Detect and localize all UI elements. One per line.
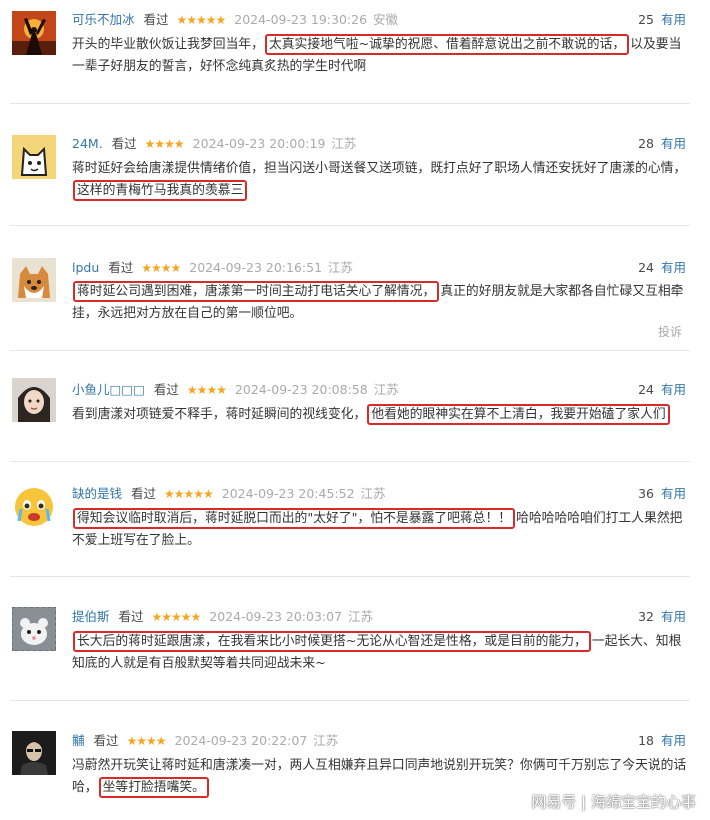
vote-widget: 28 有用 bbox=[638, 134, 686, 154]
highlighted-text: 蒋时延公司遇到困难，唐漾第一时间主动打电话关心了解情况， bbox=[73, 281, 440, 302]
vote-widget: 24 有用 bbox=[638, 258, 686, 278]
comment-location: 江苏 bbox=[360, 486, 386, 501]
comment-time: 2024-09-23 20:16:51 bbox=[189, 260, 323, 275]
rating-stars: ★★★★ bbox=[186, 383, 227, 397]
watermark-author: 海绵宝宝的心事 bbox=[590, 793, 696, 811]
highlighted-text: 得知会议临时取消后，蒋时延脱口而出的"太好了"，怕不是暴露了吧蒋总！！ bbox=[73, 508, 516, 529]
watch-status: 看过 bbox=[118, 609, 144, 624]
rating-stars: ★★★★★ bbox=[164, 487, 214, 501]
avatar[interactable] bbox=[12, 485, 56, 529]
comment-location: 江苏 bbox=[331, 136, 357, 151]
username-link[interactable]: lpdu bbox=[72, 260, 99, 275]
username-link[interactable]: 黼 bbox=[72, 733, 85, 748]
divider bbox=[10, 225, 690, 226]
comment-location: 江苏 bbox=[313, 733, 339, 748]
useful-button[interactable]: 有用 bbox=[661, 486, 686, 501]
watermark-brand: 网易号 bbox=[531, 793, 577, 811]
watch-status: 看过 bbox=[131, 486, 157, 501]
highlighted-text: 这样的青梅竹马我真的羡慕三 bbox=[73, 180, 248, 201]
comment-location: 江苏 bbox=[373, 382, 399, 397]
username-link[interactable]: 24M. bbox=[72, 136, 103, 151]
comment-time: 2024-09-23 20:03:07 bbox=[209, 609, 343, 624]
comment-text: 开头的毕业散伙饭让我梦回当年， 太真实接地气啦~诚挚的祝愿、借着醉意说出之前不敢说… bbox=[72, 34, 690, 78]
vote-widget: 32 有用 bbox=[638, 607, 686, 627]
comment-header: 提伯斯 看过 ★★★★★ 2024-09-23 20:03:07 江苏 bbox=[72, 607, 373, 627]
divider bbox=[10, 700, 690, 701]
useful-button[interactable]: 有用 bbox=[661, 382, 686, 397]
vote-widget: 24 有用 bbox=[638, 380, 686, 400]
rating-stars: ★★★★ bbox=[144, 137, 185, 151]
avatar[interactable] bbox=[12, 11, 56, 55]
report-link[interactable]: 投诉 bbox=[658, 323, 682, 340]
watch-status: 看过 bbox=[108, 260, 134, 275]
comment-text: 长大后的蒋时延跟唐漾，在我看来比小时候更搭~无论从心智还是性格，或是目前的能力，… bbox=[72, 631, 690, 675]
comment-time: 2024-09-23 20:00:19 bbox=[192, 136, 326, 151]
highlighted-text: 他看她的眼神实在算不上清白，我要开始磕了家人们 bbox=[367, 404, 670, 425]
vote-widget: 36 有用 bbox=[638, 484, 686, 504]
comment-header: lpdu 看过 ★★★★ 2024-09-23 20:16:51 江苏 bbox=[72, 258, 353, 278]
vote-count: 28 bbox=[638, 136, 654, 151]
useful-button[interactable]: 有用 bbox=[661, 260, 686, 275]
useful-button[interactable]: 有用 bbox=[661, 733, 686, 748]
avatar[interactable] bbox=[12, 607, 56, 651]
vote-count: 36 bbox=[638, 486, 654, 501]
avatar[interactable] bbox=[12, 378, 56, 422]
username-link[interactable]: 小鱼儿□□□ bbox=[72, 382, 145, 397]
divider bbox=[10, 350, 690, 351]
useful-button[interactable]: 有用 bbox=[661, 609, 686, 624]
username-link[interactable]: 缺的是钱 bbox=[72, 486, 122, 501]
rating-stars: ★★★★★ bbox=[176, 13, 227, 27]
vote-count: 24 bbox=[638, 260, 654, 275]
vote-count: 25 bbox=[638, 12, 654, 27]
highlighted-text: 坐等打脸捂嘴笑。 bbox=[98, 777, 209, 798]
useful-button[interactable]: 有用 bbox=[661, 12, 686, 27]
highlighted-text: 太真实接地气啦~诚挚的祝愿、借着醉意说出之前不敢说的话， bbox=[264, 34, 630, 55]
comment-text: 蒋时延好会给唐漾提供情绪价值，担当闪送小哥送餐又送项链，既打点好了职场人情还安抚… bbox=[72, 158, 690, 202]
rating-stars: ★★★★ bbox=[141, 261, 181, 275]
avatar[interactable] bbox=[12, 258, 56, 302]
vote-widget: 25 有用 bbox=[638, 10, 686, 30]
watch-status: 看过 bbox=[153, 382, 179, 397]
comment-header: 缺的是钱 看过 ★★★★★ 2024-09-23 20:45:52 江苏 bbox=[72, 484, 386, 504]
username-link[interactable]: 提伯斯 bbox=[72, 609, 110, 624]
divider bbox=[10, 103, 690, 104]
comment-time: 2024-09-23 20:08:58 bbox=[234, 382, 368, 397]
rating-stars: ★★★★★ bbox=[151, 610, 202, 624]
comment-text: 看到唐漾对项链爱不释手，蒋时延瞬间的视线变化， 他看她的眼神实在算不上清白，我要开… bbox=[72, 404, 690, 426]
vote-widget: 18 有用 bbox=[638, 731, 686, 751]
comment-text-before: 开头的毕业散伙饭让我梦回当年， bbox=[72, 37, 264, 52]
comment-text-before: 看到唐漾对项链爱不释手，蒋时延瞬间的视线变化， bbox=[72, 407, 367, 422]
avatar[interactable] bbox=[12, 731, 56, 775]
comment-header: 小鱼儿□□□ 看过 ★★★★ 2024-09-23 20:08:58 江苏 bbox=[72, 380, 399, 400]
comment-time: 2024-09-23 20:45:52 bbox=[221, 486, 355, 501]
comment-header: 黼 看过 ★★★★ 2024-09-23 20:22:07 江苏 bbox=[72, 731, 338, 751]
vote-count: 18 bbox=[638, 733, 654, 748]
divider bbox=[10, 576, 690, 577]
comment-header: 24M. 看过 ★★★★ 2024-09-23 20:00:19 江苏 bbox=[72, 134, 356, 154]
comment-text-before: 蒋时延好会给唐漾提供情绪价值，担当闪送小哥送餐又送项链，既打点好了职场人情还安抚… bbox=[72, 161, 687, 176]
watch-status: 看过 bbox=[111, 136, 137, 151]
comment-text: 蒋时延公司遇到困难，唐漾第一时间主动打电话关心了解情况， 真正的好朋友就是大家都各… bbox=[72, 281, 690, 325]
comment-time: 2024-09-23 20:22:07 bbox=[174, 733, 308, 748]
comment-header: 可乐不加冰 看过 ★★★★★ 2024-09-23 19:30:26 安徽 bbox=[72, 10, 398, 30]
vote-count: 24 bbox=[638, 382, 654, 397]
divider bbox=[10, 461, 690, 462]
watch-status: 看过 bbox=[143, 12, 169, 27]
comment-location: 江苏 bbox=[348, 609, 374, 624]
watermark: 网易号 | 海绵宝宝的心事 bbox=[531, 791, 696, 812]
watermark-separator: | bbox=[581, 793, 587, 811]
vote-count: 32 bbox=[638, 609, 654, 624]
comment-text: 得知会议临时取消后，蒋时延脱口而出的"太好了"，怕不是暴露了吧蒋总！！ 哈哈哈哈哈… bbox=[72, 508, 690, 552]
rating-stars: ★★★★ bbox=[126, 734, 167, 748]
comment-time: 2024-09-23 19:30:26 bbox=[234, 12, 368, 27]
username-link[interactable]: 可乐不加冰 bbox=[72, 12, 135, 27]
avatar[interactable] bbox=[12, 135, 56, 179]
useful-button[interactable]: 有用 bbox=[661, 136, 686, 151]
comment-location: 江苏 bbox=[328, 260, 354, 275]
comment-location: 安徽 bbox=[373, 12, 399, 27]
watch-status: 看过 bbox=[93, 733, 119, 748]
highlighted-text: 长大后的蒋时延跟唐漾，在我看来比小时候更搭~无论从心智还是性格，或是目前的能力， bbox=[73, 631, 591, 652]
